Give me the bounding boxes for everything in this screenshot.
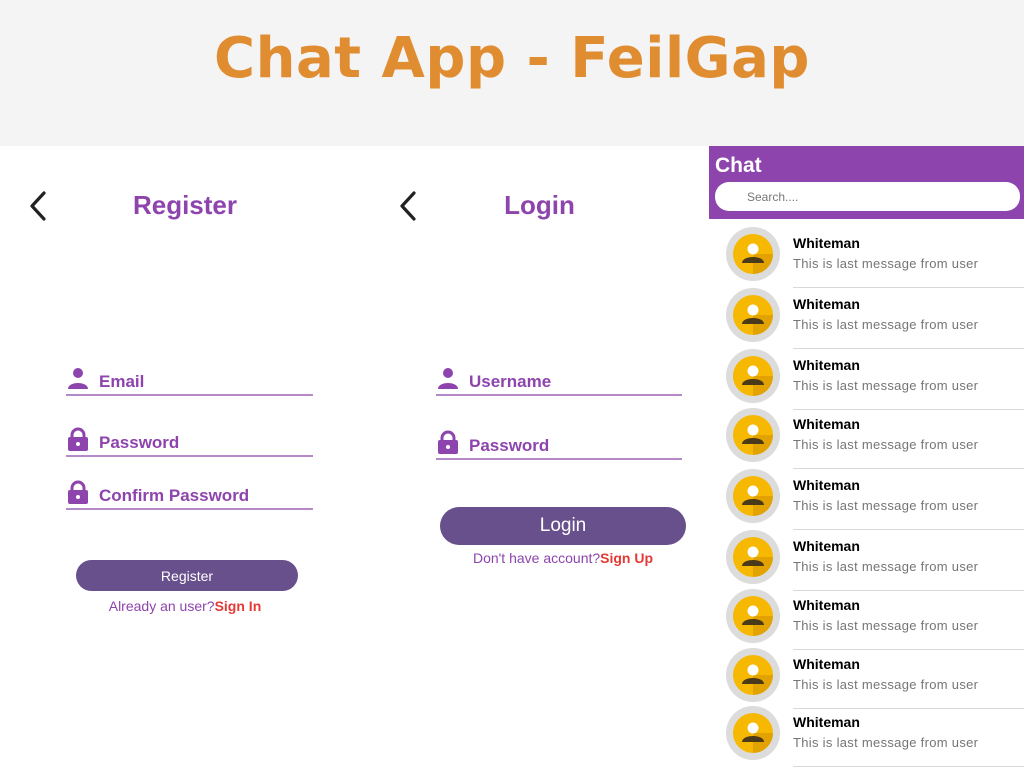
chat-list-item[interactable]: Whiteman This is last message from user (709, 529, 1024, 591)
chat-list-item[interactable]: Whiteman This is last message from user (709, 287, 1024, 349)
chat-contact-name: Whiteman (793, 656, 860, 672)
register-title: Register (132, 190, 238, 220)
avatar-icon (726, 288, 780, 342)
chat-contact-name: Whiteman (793, 714, 860, 730)
lock-icon (438, 430, 458, 454)
chat-last-message: This is last message from user (793, 498, 979, 513)
sign-up-link[interactable]: Sign Up (600, 550, 653, 566)
chat-list-item[interactable]: Whiteman This is last message from user (709, 468, 1024, 530)
confirm-password-field[interactable]: Confirm Password (66, 480, 313, 510)
password-field[interactable]: Password (436, 430, 682, 460)
lock-icon (68, 480, 88, 504)
chat-last-message: This is last message from user (793, 618, 979, 633)
chat-list-item[interactable]: Whiteman This is last message from user (709, 407, 1024, 469)
field-underline (436, 458, 682, 460)
login-button[interactable]: Login (440, 507, 686, 545)
avatar-icon (726, 706, 780, 760)
avatar-icon (726, 648, 780, 702)
avatar-icon (726, 530, 780, 584)
avatar-icon (726, 469, 780, 523)
person-icon (438, 368, 458, 389)
chat-last-message: This is last message from user (793, 378, 979, 393)
person-icon (68, 368, 88, 389)
chat-contact-name: Whiteman (793, 357, 860, 373)
chat-title: Chat (715, 154, 762, 177)
chat-last-message: This is last message from user (793, 677, 979, 692)
sign-up-prompt-text: Don't have account? (472, 550, 601, 566)
sign-in-link[interactable]: Sign In (215, 598, 262, 614)
chat-contact-name: Whiteman (793, 538, 860, 554)
chat-contact-name: Whiteman (793, 235, 860, 251)
avatar-icon (726, 349, 780, 403)
avatar-icon (726, 227, 780, 281)
chat-contact-name: Whiteman (793, 296, 860, 312)
lock-icon (68, 427, 88, 451)
search-input[interactable] (715, 182, 1020, 211)
username-field[interactable]: Username (436, 366, 682, 396)
password-field[interactable]: Password (66, 427, 313, 457)
email-field[interactable]: Email (66, 366, 313, 396)
sign-in-prompt: Already an user?Sign In (0, 598, 370, 614)
register-button[interactable]: Register (76, 560, 298, 591)
chat-last-message: This is last message from user (793, 559, 979, 574)
login-title: Login (504, 190, 575, 220)
chat-header: Chat (709, 146, 1024, 219)
chat-last-message: This is last message from user (793, 317, 979, 332)
field-underline (66, 394, 313, 396)
field-underline (66, 508, 313, 510)
chat-screen: Chat Whiteman This is last message from u… (709, 146, 1024, 767)
password-label: Password (99, 433, 180, 452)
sign-in-prompt-text: Already an user? (108, 598, 215, 614)
chat-list-item[interactable]: Whiteman This is last message from user (709, 647, 1024, 709)
chat-list-item[interactable]: Whiteman This is last message from user (709, 226, 1024, 288)
chat-list-item[interactable]: Whiteman This is last message from user (709, 705, 1024, 767)
username-label: Username (469, 372, 552, 391)
chat-last-message: This is last message from user (793, 437, 979, 452)
confirm-password-label: Confirm Password (99, 486, 250, 505)
field-underline (66, 455, 313, 457)
chat-last-message: This is last message from user (793, 256, 979, 271)
sign-up-prompt: Don't have account?Sign Up (430, 550, 696, 566)
chat-last-message: This is last message from user (793, 735, 979, 750)
register-screen: Register Email Password Confirm Password… (0, 146, 370, 764)
banner-title: Chat App - FeilGap (214, 26, 810, 91)
avatar-icon (726, 589, 780, 643)
field-underline (436, 394, 682, 396)
avatar-icon (726, 408, 780, 462)
chat-list-item[interactable]: Whiteman This is last message from user (709, 588, 1024, 650)
banner: Chat App - FeilGap (0, 0, 1024, 146)
login-screen: Login Username Password Login Don't have… (370, 146, 709, 764)
chat-contact-name: Whiteman (793, 477, 860, 493)
chat-contact-name: Whiteman (793, 597, 860, 613)
chat-list-item[interactable]: Whiteman This is last message from user (709, 348, 1024, 410)
password-label: Password (469, 436, 550, 455)
email-label: Email (99, 372, 145, 391)
chat-contact-name: Whiteman (793, 416, 860, 432)
